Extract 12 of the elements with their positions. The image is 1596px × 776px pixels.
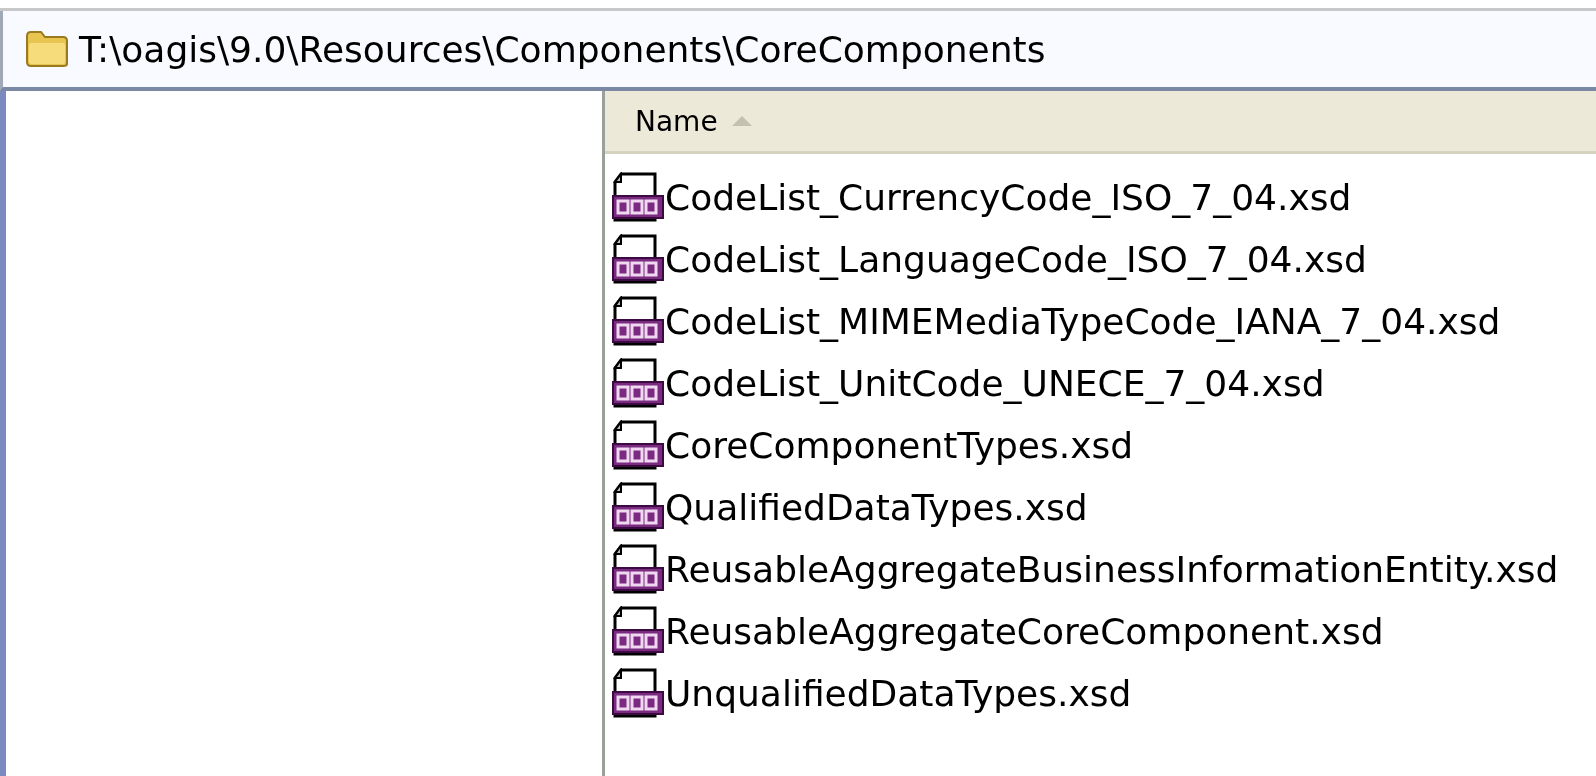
- folder-path: T:\oagis\9.0\Resources\Components\CoreComponents: [79, 28, 1046, 70]
- file-name[interactable]: CodeList_MIMEMediaTypeCode_IANA_7_04.xsd: [665, 300, 1501, 342]
- file-name[interactable]: CoreComponentTypes.xsd: [665, 424, 1134, 466]
- file-name[interactable]: ReusableAggregateCoreComponent.xsd: [665, 610, 1384, 652]
- file-name[interactable]: QualifiedDataTypes.xsd: [665, 486, 1088, 528]
- file-name[interactable]: CodeList_LanguageCode_ISO_7_04.xsd: [665, 238, 1367, 280]
- file-name[interactable]: CodeList_CurrencyCode_ISO_7_04.xsd: [665, 176, 1352, 218]
- address-bar[interactable]: T:\oagis\9.0\Resources\Components\CoreComponents: [0, 11, 1596, 91]
- name-column-header[interactable]: Name: [605, 91, 758, 151]
- file-name[interactable]: UnqualifiedDataTypes.xsd: [665, 672, 1132, 714]
- file-name[interactable]: ReusableAggregateBusinessInformationEntity.xsd: [665, 548, 1559, 590]
- file-name[interactable]: CodeList_UnitCode_UNECE_7_04.xsd: [665, 362, 1325, 404]
